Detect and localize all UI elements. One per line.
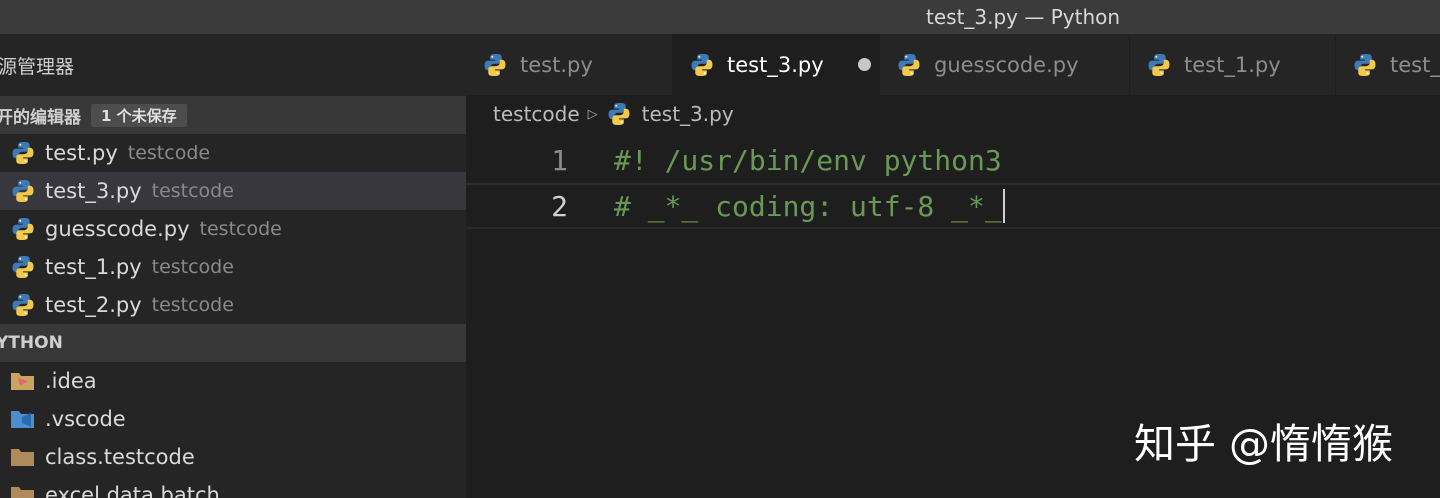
- open-editors-section[interactable]: 开的编辑器 1 个未保存: [0, 96, 466, 134]
- tab-label: test_1.py: [1184, 52, 1281, 77]
- code-editor[interactable]: 1 #! /usr/bin/env python3 2 # _*_ coding…: [466, 137, 1440, 229]
- code-line[interactable]: 1 #! /usr/bin/env python3: [466, 137, 1440, 183]
- breadcrumb-file[interactable]: test_3.py: [642, 102, 734, 126]
- breadcrumb-folder[interactable]: testcode: [493, 102, 580, 126]
- line-number: 2: [551, 189, 568, 223]
- file-folder: testcode: [151, 180, 234, 202]
- window-title: test_3.py — Python: [926, 5, 1121, 29]
- python-icon: [10, 292, 36, 318]
- line-number: 1: [551, 143, 568, 177]
- python-icon: [10, 178, 36, 204]
- watermark: 知乎 @惰惰猴: [1134, 420, 1394, 468]
- folder-name: class.testcode: [45, 445, 195, 469]
- tree-item[interactable]: class.testcode: [0, 438, 466, 476]
- file-folder: testcode: [199, 218, 282, 240]
- folder-name: excel data batch: [45, 483, 220, 498]
- python-icon: [606, 101, 632, 127]
- folder-icon: [10, 446, 36, 468]
- tab-test-2[interactable]: test_: [1336, 34, 1440, 95]
- text-cursor: [1002, 189, 1005, 223]
- idea-folder-icon: [10, 370, 36, 392]
- file-folder: testcode: [127, 142, 211, 164]
- tab-label: test_3.py: [727, 52, 824, 77]
- code-text[interactable]: #! /usr/bin/env python3: [614, 144, 1002, 177]
- python-icon: [10, 254, 36, 280]
- file-folder: testcode: [151, 256, 234, 278]
- file-folder: testcode: [151, 294, 234, 316]
- python-icon: [10, 216, 36, 242]
- vscode-folder-icon: [10, 408, 36, 430]
- sidebar-explorer: 源管理器 开的编辑器 1 个未保存 test.py testcode test_…: [0, 34, 466, 498]
- explorer-header: 源管理器: [0, 34, 466, 96]
- folder-name: .idea: [45, 369, 97, 393]
- open-editor-item[interactable]: test_1.py testcode: [0, 248, 466, 286]
- open-editor-item[interactable]: test_2.py testcode: [0, 286, 466, 324]
- python-icon: [1352, 52, 1378, 78]
- open-editor-item[interactable]: test.py testcode: [0, 134, 466, 172]
- code-line-current[interactable]: 2 # _*_ coding: utf-8 _*_: [466, 183, 1440, 229]
- tab-label: test.py: [520, 52, 593, 77]
- workspace-label: YTHON: [0, 333, 63, 353]
- python-icon: [10, 140, 36, 166]
- tree-item[interactable]: .idea: [0, 362, 466, 400]
- file-name: test.py: [45, 141, 118, 165]
- tree-item[interactable]: .vscode: [0, 400, 466, 438]
- tab-test-3[interactable]: test_3.py: [673, 34, 880, 95]
- unsaved-dot-icon[interactable]: [857, 58, 871, 71]
- file-name: guesscode.py: [45, 217, 190, 241]
- tab-guesscode[interactable]: guesscode.py: [880, 34, 1130, 95]
- python-icon: [482, 52, 508, 78]
- tab-label: test_: [1390, 52, 1440, 77]
- file-name: test_1.py: [45, 255, 142, 279]
- unsaved-badge: 1 个未保存: [91, 103, 187, 127]
- tab-bar: test.py test_3.py guesscode.py test_1.py…: [466, 34, 1440, 95]
- open-editor-item[interactable]: guesscode.py testcode: [0, 210, 466, 248]
- file-name: test_2.py: [45, 293, 142, 317]
- explorer-title: 源管理器: [0, 55, 75, 78]
- tab-test-1[interactable]: test_1.py: [1130, 34, 1336, 95]
- tab-test[interactable]: test.py: [466, 34, 673, 95]
- python-icon: [689, 52, 715, 78]
- workspace-section[interactable]: YTHON: [0, 324, 466, 362]
- code-text[interactable]: # _*_ coding: utf-8 _*_: [614, 190, 1002, 223]
- tab-label: guesscode.py: [934, 52, 1079, 77]
- python-icon: [896, 52, 922, 78]
- file-name: test_3.py: [45, 179, 142, 203]
- open-editors-label: 开的编辑器: [0, 107, 81, 128]
- tree-item[interactable]: excel data batch: [0, 476, 466, 498]
- python-icon: [1146, 52, 1172, 78]
- open-editor-item[interactable]: test_3.py testcode: [0, 172, 466, 210]
- folder-icon: [10, 484, 36, 498]
- folder-name: .vscode: [45, 407, 126, 431]
- breadcrumb: testcode ▷ test_3.py: [466, 95, 1440, 133]
- title-bar: test_3.py — Python: [0, 0, 1440, 34]
- chevron-right-icon: ▷: [587, 106, 598, 122]
